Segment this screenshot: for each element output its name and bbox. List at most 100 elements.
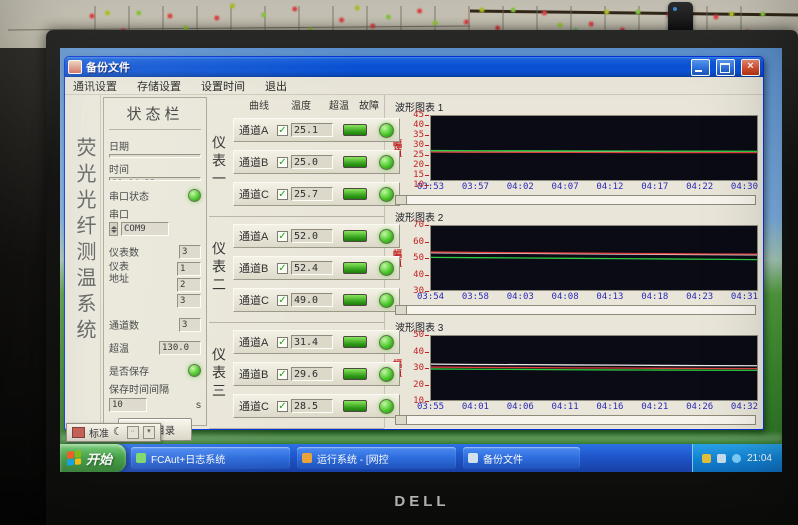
header-overtemp: 超温 [329, 97, 349, 112]
dell-monitor: 备份文件 × 通讯设置 存储设置 设置时间 退出 荧光光纤测温系统 状态栏 日期 [46, 30, 798, 525]
menu-set-time[interactable]: 设置时间 [201, 78, 245, 94]
x-axis-ticks: 03:5504:0104:0604:1104:1604:2104:2604:32 [417, 402, 758, 412]
address-1-field[interactable]: 1 [177, 262, 201, 276]
y-axis-ticks: 5040302010 [404, 330, 430, 406]
channel-label: 通道B [239, 366, 274, 382]
x-tick-label: 04:18 [641, 292, 668, 302]
y-tick-label: 35 [413, 130, 429, 140]
channel-row: 通道C✓28.5 [233, 394, 400, 418]
minimize-langbar-icon[interactable]: ▾ [143, 426, 155, 439]
taskbar-task-run-system[interactable]: 运行系统 - [网控 [297, 447, 456, 469]
fault-led [379, 293, 394, 308]
close-button[interactable]: × [741, 59, 760, 76]
x-tick-label: 04:08 [552, 292, 579, 302]
chart-body: 幅值5040302010 [391, 335, 758, 401]
spinner-icon[interactable] [109, 222, 118, 236]
taskbar-task-backup-file[interactable]: 备份文件 [463, 447, 580, 469]
x-tick-label: 04:32 [731, 402, 758, 412]
save-interval-label: 保存时间间隔 [109, 381, 201, 396]
x-tick-label: 04:30 [731, 182, 758, 192]
options-icon[interactable]: ∙∙ [127, 426, 139, 439]
channel-rows: 通道A✓31.4通道B✓29.6通道C✓28.5 [233, 330, 400, 418]
channel-column-headers: 曲线 温度 超温 故障 [209, 97, 384, 109]
x-tick-label: 04:16 [596, 402, 623, 412]
photo-scene: 备份文件 × 通讯设置 存储设置 设置时间 退出 荧光光纤测温系统 状态栏 日期 [0, 0, 798, 525]
save-interval-unit: s [196, 400, 201, 411]
curve-checkbox[interactable]: ✓ [277, 295, 288, 306]
temperature-display: 28.5 [291, 399, 333, 413]
waveform-lines [431, 116, 757, 180]
language-bar[interactable]: 标准 ☾ ∙∙ ▾ [66, 423, 161, 442]
taskbar-task-log-system[interactable]: FCAut+日志系统 [131, 447, 290, 469]
instrument-address-group: 仪表 地址 1 2 3 [109, 262, 201, 308]
system-tray: 21:04 [692, 444, 782, 472]
waveform-chart: 波形图表 2幅值706050403003:5403:5804:0304:0804… [391, 206, 758, 316]
moon-icon: ☾ [113, 427, 123, 438]
address-2-field[interactable]: 2 [177, 278, 201, 292]
save-label: 是否保存 [109, 363, 149, 378]
address-3-field[interactable]: 3 [177, 294, 201, 308]
x-tick-label: 03:58 [462, 292, 489, 302]
fault-led [379, 187, 394, 202]
channel-column: 曲线 温度 超温 故障 仪表一通道A✓25.1通道B✓25.0通道C✓25.7仪… [209, 95, 385, 428]
x-tick-label: 04:01 [462, 402, 489, 412]
window-titlebar[interactable]: 备份文件 × [65, 57, 763, 77]
menu-comm-settings[interactable]: 通讯设置 [73, 78, 117, 94]
tray-icon-2[interactable] [717, 454, 726, 463]
chart-scrollbar[interactable] [395, 305, 756, 315]
tray-icon-1[interactable] [702, 454, 711, 463]
waveform-chart: 波形图表 1幅值454035302520151003:5303:5704:020… [391, 96, 758, 206]
curve-checkbox[interactable]: ✓ [277, 125, 288, 136]
instrument-groups: 仪表一通道A✓25.1通道B✓25.0通道C✓25.7仪表二通道A✓52.0通道… [209, 111, 384, 429]
y-tick-label: 10 [413, 180, 429, 190]
x-tick-label: 03:57 [462, 182, 489, 192]
time-label: 时间 [109, 161, 201, 176]
overtemp-led [343, 262, 367, 274]
chart-body: 幅值4540353025201510 [391, 115, 758, 181]
volume-icon[interactable] [732, 454, 741, 463]
temperature-display: 52.0 [291, 229, 333, 243]
x-tick-label: 04:17 [641, 182, 668, 192]
instrument-group: 仪表三通道A✓31.4通道B✓29.6通道C✓28.5 [209, 323, 384, 429]
curve-checkbox[interactable]: ✓ [277, 369, 288, 380]
save-interval-field[interactable]: 10 [109, 398, 147, 412]
curve-checkbox[interactable]: ✓ [277, 337, 288, 348]
minimize-button[interactable] [691, 59, 710, 76]
chart-scrollbar[interactable] [395, 415, 756, 425]
windows-logo-icon [67, 450, 81, 465]
curve-checkbox[interactable]: ✓ [277, 189, 288, 200]
serial-label: 串口 [109, 206, 201, 221]
task-icon [302, 453, 312, 463]
screen: 备份文件 × 通讯设置 存储设置 设置时间 退出 荧光光纤测温系统 状态栏 日期 [60, 48, 782, 472]
overtemp-led [343, 294, 367, 306]
curve-checkbox[interactable]: ✓ [277, 401, 288, 412]
channel-row: 通道A✓31.4 [233, 330, 400, 354]
x-tick-label: 04:11 [552, 402, 579, 412]
instrument-count-label: 仪表数 [109, 244, 139, 259]
x-tick-label: 04:23 [686, 292, 713, 302]
header-temp: 温度 [291, 97, 311, 112]
curve-checkbox[interactable]: ✓ [277, 231, 288, 242]
time-value: 21:04:33 [109, 177, 201, 181]
channel-label: 通道C [239, 186, 274, 202]
curve-checkbox[interactable]: ✓ [277, 157, 288, 168]
temperature-display: 31.4 [291, 335, 333, 349]
fault-led [379, 367, 394, 382]
instrument-name: 仪表一 [212, 135, 229, 189]
tray-clock: 21:04 [747, 453, 772, 464]
y-tick-label: 40 [413, 120, 429, 130]
channel-row: 通道C✓49.0 [233, 288, 400, 312]
start-button[interactable]: 开始 [60, 444, 126, 472]
chart-scrollbar[interactable] [395, 195, 756, 205]
menu-exit[interactable]: 退出 [265, 78, 287, 94]
y-tick-label: 25 [413, 150, 429, 160]
y-tick-label: 20 [413, 380, 429, 390]
menu-storage-settings[interactable]: 存储设置 [137, 78, 181, 94]
maximize-button[interactable] [716, 59, 735, 76]
curve-checkbox[interactable]: ✓ [277, 263, 288, 274]
channel-row: 通道A✓25.1 [233, 118, 400, 142]
y-tick-label: 60 [413, 237, 429, 247]
serial-port-select[interactable]: COM9 [109, 222, 201, 236]
date-value: 2016年7月16日 [109, 154, 201, 158]
menu-bar: 通讯设置 存储设置 设置时间 退出 [65, 77, 763, 95]
